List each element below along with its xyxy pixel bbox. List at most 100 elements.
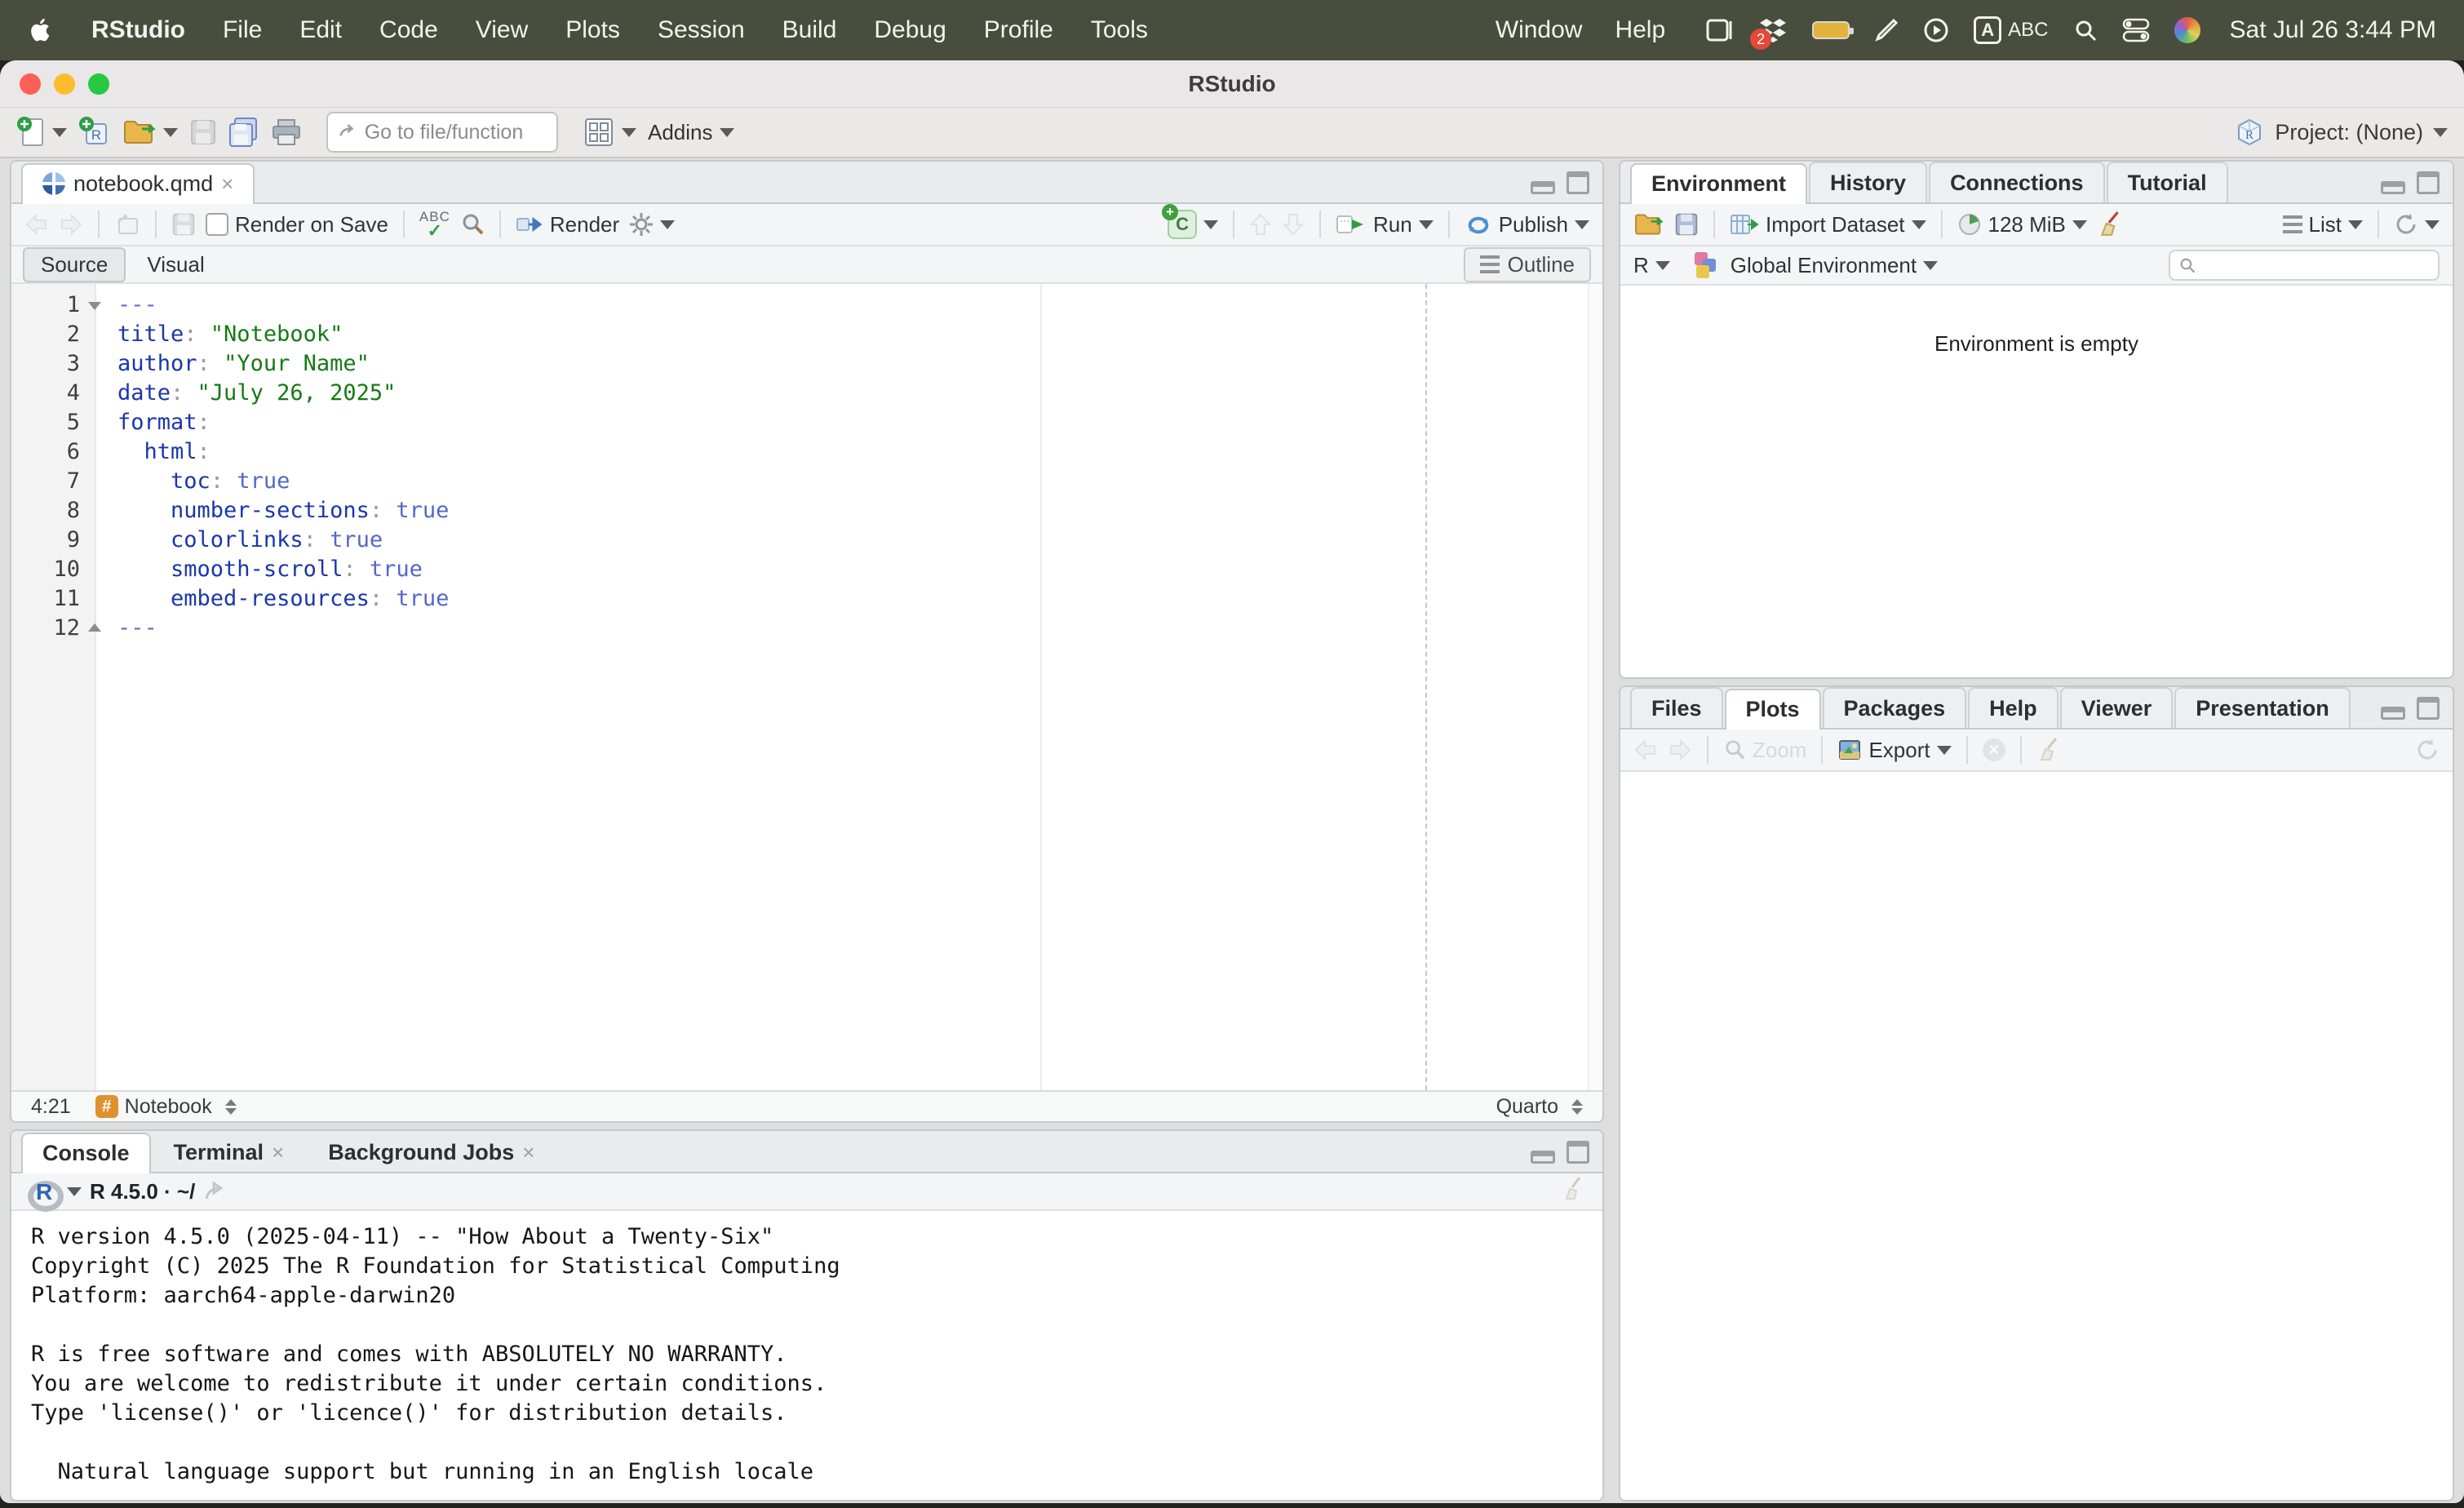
insert-chunk-button[interactable]: C (1168, 210, 1218, 239)
maximize-pane-icon[interactable] (1567, 171, 1589, 194)
minimize-pane-icon[interactable] (1531, 181, 1555, 194)
find-replace-button[interactable] (460, 212, 485, 237)
menu-code[interactable]: Code (379, 16, 438, 44)
run-next-button[interactable] (1282, 212, 1305, 237)
menu-plots[interactable]: Plots (565, 16, 620, 44)
siri-icon[interactable] (2174, 17, 2200, 43)
import-dataset-button[interactable]: Import Dataset (1730, 212, 1926, 237)
minimize-pane-icon[interactable] (2381, 181, 2405, 194)
spotlight-icon[interactable] (2073, 18, 2098, 42)
tab-env-connections[interactable]: Connections (1929, 162, 2105, 202)
addins-button[interactable]: Addins (648, 120, 734, 145)
console-output[interactable]: R version 4.5.0 (2025-04-11) -- "How Abo… (11, 1211, 1602, 1500)
tab-console-terminal[interactable]: Terminal× (153, 1131, 306, 1172)
source-mode-button[interactable]: Source (23, 247, 126, 282)
menu-profile[interactable]: Profile (984, 16, 1053, 44)
clear-environment-button[interactable] (2097, 211, 2125, 238)
fold-down-icon[interactable] (80, 291, 108, 320)
next-plot-button[interactable] (1668, 738, 1692, 761)
render-on-save-option[interactable]: Render on Save (206, 212, 388, 237)
r-version-caret[interactable] (67, 1187, 82, 1196)
forward-button[interactable] (59, 213, 83, 236)
menu-edit[interactable]: Edit (299, 16, 342, 44)
tab-plots-plots[interactable]: Plots (1725, 689, 1821, 730)
export-plot-button[interactable]: Export (1837, 738, 1951, 763)
env-view-button[interactable]: List (2283, 212, 2363, 237)
publish-button[interactable]: Publish (1465, 212, 1589, 237)
global-environment-selector[interactable]: Global Environment (1691, 251, 1938, 280)
env-language-selector[interactable]: R (1633, 253, 1670, 278)
visual-mode-button[interactable]: Visual (132, 249, 219, 281)
pencil-icon[interactable] (1874, 18, 1899, 42)
menu-session[interactable]: Session (658, 16, 745, 44)
tab-env-environment[interactable]: Environment (1630, 163, 1807, 204)
close-tab-icon[interactable]: × (522, 1142, 534, 1163)
tab-plots-packages[interactable]: Packages (1823, 687, 1967, 728)
minimize-window-button[interactable] (54, 73, 75, 95)
popout-window-button[interactable] (114, 212, 140, 237)
tab-env-history[interactable]: History (1809, 162, 1927, 202)
previous-plot-button[interactable] (1633, 738, 1658, 761)
run-previous-button[interactable] (1249, 212, 1272, 237)
spellcheck-button[interactable]: ABC✓ (419, 210, 450, 240)
maximize-pane-icon[interactable] (1567, 1141, 1589, 1164)
dropbox-icon[interactable]: 2 (1758, 17, 1788, 43)
tab-env-tutorial[interactable]: Tutorial (2107, 162, 2228, 202)
menu-window[interactable]: Window (1496, 16, 1583, 44)
document-outline-selector[interactable]: # Notebook (95, 1095, 237, 1119)
run-button[interactable]: Run (1336, 212, 1434, 237)
maximize-pane-icon[interactable] (2417, 697, 2440, 720)
apple-menu-icon[interactable] (28, 17, 54, 43)
clear-console-button[interactable] (1562, 1176, 1588, 1202)
goto-file-input[interactable] (365, 121, 547, 144)
memory-usage-button[interactable]: 128 MiB (1957, 212, 2087, 237)
zoom-plot-button[interactable]: Zoom (1723, 738, 1806, 763)
menu-file[interactable]: File (223, 16, 262, 44)
open-file-button[interactable] (122, 118, 178, 147)
load-workspace-button[interactable] (1633, 211, 1664, 237)
file-type-selector[interactable]: Quarto (1496, 1095, 1583, 1119)
maximize-pane-icon[interactable] (2417, 171, 2440, 194)
refresh-environment-button[interactable] (2394, 212, 2440, 237)
tab-console-console[interactable]: Console (21, 1133, 151, 1173)
render-on-save-checkbox[interactable] (206, 213, 228, 236)
menu-debug[interactable]: Debug (874, 16, 946, 44)
outline-toggle-button[interactable]: Outline (1464, 247, 1591, 282)
tab-plots-viewer[interactable]: Viewer (2060, 687, 2174, 728)
fold-up-icon[interactable] (80, 614, 108, 643)
menubar-clock[interactable]: Sat Jul 26 3:44 PM (2230, 16, 2436, 44)
close-tab-icon[interactable]: × (272, 1142, 284, 1163)
battery-icon[interactable] (1812, 21, 1850, 39)
menu-view[interactable]: View (476, 16, 528, 44)
tab-plots-files[interactable]: Files (1630, 687, 1723, 728)
clear-all-plots-button[interactable] (2036, 737, 2063, 763)
save-workspace-button[interactable] (1674, 212, 1699, 237)
close-window-button[interactable] (20, 73, 41, 95)
minimize-pane-icon[interactable] (1531, 1151, 1555, 1164)
render-button[interactable]: Render (516, 212, 619, 237)
save-button[interactable] (189, 118, 217, 146)
tab-plots-help[interactable]: Help (1968, 687, 2059, 728)
tab-notebook-qmd[interactable]: notebook.qmd × (21, 163, 255, 204)
tab-console-background-jobs[interactable]: Background Jobs× (307, 1131, 556, 1172)
pane-layout-button[interactable] (583, 116, 636, 149)
code-editor-surface[interactable]: 1---2title: "Notebook"3author: "Your Nam… (11, 284, 1602, 1090)
console-popout-icon[interactable] (203, 1181, 228, 1202)
new-file-button[interactable] (16, 116, 67, 149)
input-source-icon[interactable]: A ABC (1974, 16, 2048, 44)
print-button[interactable] (271, 118, 302, 146)
new-project-button[interactable]: R (78, 116, 111, 149)
menu-build[interactable]: Build (782, 16, 837, 44)
display-icon[interactable] (1706, 19, 1734, 42)
tab-plots-presentation[interactable]: Presentation (2174, 687, 2351, 728)
menu-help[interactable]: Help (1615, 16, 1665, 44)
save-doc-button[interactable] (171, 212, 196, 237)
play-circle-icon[interactable] (1923, 17, 1949, 43)
minimize-pane-icon[interactable] (2381, 707, 2405, 720)
refresh-plots-button[interactable] (2415, 738, 2440, 762)
project-menu-button[interactable]: R Project: (None) (2234, 117, 2448, 148)
render-settings-button[interactable] (629, 212, 675, 237)
remove-plot-button[interactable]: ✕ (1983, 738, 2005, 761)
environment-search-input[interactable] (2203, 254, 2430, 277)
back-button[interactable] (24, 213, 49, 236)
